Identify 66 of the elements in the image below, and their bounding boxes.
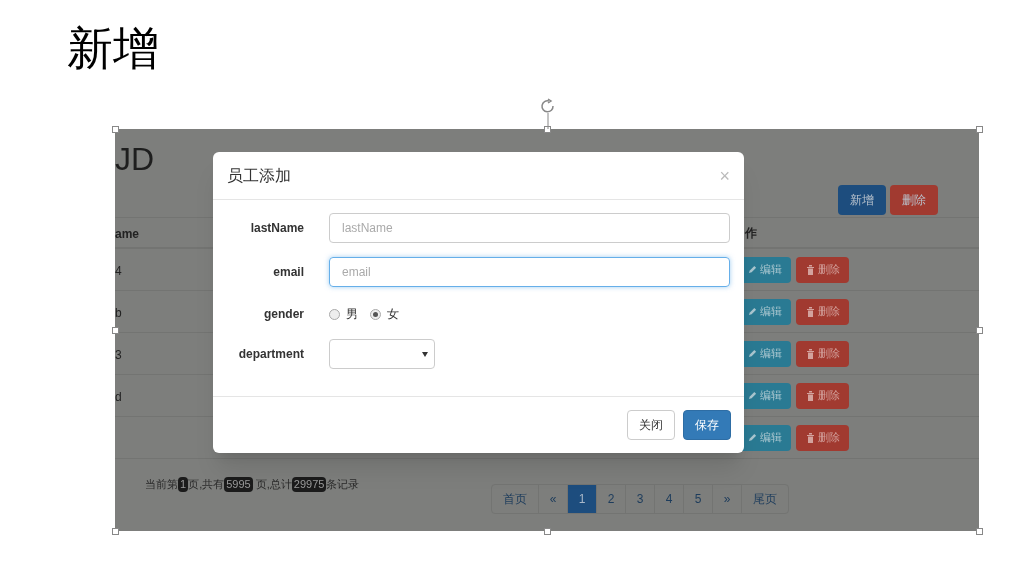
pencil-icon: [747, 391, 757, 400]
caret-icon: [422, 351, 428, 357]
count-badge: 1: [178, 476, 189, 492]
page-link[interactable]: 1: [567, 484, 597, 514]
resize-handle[interactable]: [976, 528, 983, 535]
table-cell: 3: [115, 347, 122, 362]
field-label: email: [272, 264, 304, 281]
summary-text: 当前第: [145, 476, 178, 492]
field-label: department: [237, 346, 304, 363]
pencil-icon: [747, 433, 757, 442]
toolbar-button[interactable]: 新增: [838, 185, 886, 215]
input-field[interactable]: email: [329, 257, 730, 287]
resize-handle[interactable]: [976, 327, 983, 334]
resize-handle[interactable]: [544, 126, 551, 133]
page-link[interactable]: 4: [654, 484, 684, 514]
rotate-handle-icon[interactable]: [539, 98, 557, 129]
slide-title: 新增: [67, 21, 160, 76]
trash-icon: [805, 264, 815, 275]
column-header: ame: [115, 226, 140, 241]
close-button[interactable]: ×: [719, 166, 730, 185]
summary-text: 页,总计: [254, 476, 292, 492]
radio-button[interactable]: [370, 308, 381, 320]
page-link[interactable]: «: [538, 484, 568, 514]
toolbar-button[interactable]: 删除: [890, 185, 938, 215]
resize-handle[interactable]: [544, 528, 551, 535]
trash-icon: [805, 306, 815, 317]
delete-button[interactable]: 删除: [796, 424, 849, 451]
delete-button[interactable]: 删除: [796, 382, 849, 409]
trash-icon: [805, 390, 815, 401]
resize-handle[interactable]: [112, 327, 119, 334]
count-badge: 5995: [224, 476, 253, 492]
radio-button[interactable]: [329, 308, 340, 320]
input-field[interactable]: lastName: [329, 213, 730, 243]
resize-handle[interactable]: [112, 126, 119, 133]
resize-handle[interactable]: [112, 528, 119, 535]
trash-icon: [805, 348, 815, 359]
delete-button[interactable]: 删除: [796, 256, 849, 283]
pencil-icon: [747, 307, 757, 316]
field-label: lastName: [249, 220, 304, 237]
dialog-button[interactable]: 关闭: [627, 410, 675, 440]
page-link[interactable]: 5: [683, 484, 713, 514]
summary-text: 页,共有: [188, 476, 225, 492]
page-link[interactable]: 2: [596, 484, 626, 514]
dropdown-field[interactable]: [329, 339, 435, 369]
page-link[interactable]: »: [712, 484, 742, 514]
modal-title: 员工添加: [227, 165, 291, 186]
pencil-icon: [747, 265, 757, 274]
page-link[interactable]: 尾页: [741, 484, 789, 514]
table-cell: 4: [115, 263, 122, 278]
delete-button[interactable]: 删除: [796, 340, 849, 367]
column-header: 作: [745, 224, 757, 242]
summary-text: 条记录: [326, 476, 360, 492]
resize-handle[interactable]: [976, 126, 983, 133]
dialog-button[interactable]: 保存: [683, 410, 731, 440]
table-cell: b: [115, 305, 122, 320]
radio-label: 男: [346, 306, 358, 323]
trash-icon: [805, 432, 815, 443]
page-link[interactable]: 3: [625, 484, 655, 514]
field-label: gender: [263, 306, 304, 323]
pencil-icon: [747, 349, 757, 358]
count-badge: 29975: [291, 476, 327, 492]
table-cell: d: [115, 389, 122, 404]
page-link[interactable]: 首页: [491, 484, 539, 514]
delete-button[interactable]: 删除: [796, 298, 849, 325]
radio-label: 女: [387, 306, 399, 323]
page-heading: JD: [115, 141, 155, 177]
